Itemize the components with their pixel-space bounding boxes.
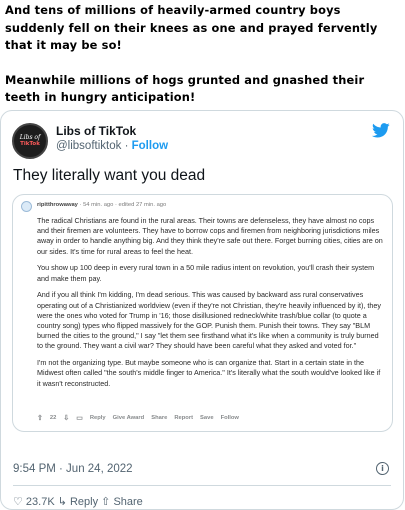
tweet-text: They literally want you dead xyxy=(13,167,206,184)
comment-action: Report xyxy=(174,415,194,421)
reddit-screenshot[interactable]: ripitthrowaway · 54 min. ago · edited 27… xyxy=(12,194,393,432)
tweet-actions-row[interactable]: ♡ 23.7K ↳ Reply ⇧ Share xyxy=(13,495,143,508)
caption-line: teeth in hungry anticipation! xyxy=(5,90,196,105)
tweet-timestamp[interactable]: 9:54 PM · Jun 24, 2022 xyxy=(13,463,133,475)
comment-edited: · edited 27 min. ago xyxy=(115,202,167,208)
avatar-text: TikTok xyxy=(20,141,40,147)
author-handle[interactable]: @libsoftiktok xyxy=(56,140,121,152)
caption-line: suddenly fell on their knees as one and … xyxy=(5,20,378,35)
separator: · xyxy=(124,140,129,152)
comment-time: · 54 min. ago xyxy=(79,202,114,208)
reply-icon: ▭ xyxy=(76,415,83,422)
upvote-icon: ⇧ xyxy=(37,415,43,422)
tweet-card[interactable]: Libs of TikTok Libs of TikTok @libsoftik… xyxy=(0,110,404,510)
caption-line: And tens of millions of heavily-armed co… xyxy=(5,3,341,17)
caption-line: Meanwhile millions of hogs grunted and g… xyxy=(5,72,365,87)
comment-meta: ripitthrowaway · 54 min. ago · edited 27… xyxy=(37,202,166,208)
comment-actions: ⇧ 22 ⇩ ▭ Reply Give Award Share Report S… xyxy=(37,414,239,422)
comment-body: The radical Christians are found in the … xyxy=(37,216,385,395)
meme-caption: And tens of millions of heavily-armed co… xyxy=(5,2,401,107)
twitter-bird-icon[interactable] xyxy=(372,123,390,138)
comment-paragraph: I'm not the organizing type. But maybe s… xyxy=(37,358,381,388)
comment-paragraph: The radical Christians are found in the … xyxy=(37,216,383,256)
comment-action: Reply xyxy=(89,415,106,421)
divider xyxy=(13,485,391,486)
caption-line: that it may be so! xyxy=(5,38,122,53)
comment-paragraph: And if you all think I'm kidding, I'm de… xyxy=(37,290,381,351)
avatar[interactable]: Libs of TikTok xyxy=(12,123,48,159)
comment-paragraph: You show up 100 deep in every rural town… xyxy=(37,263,375,283)
info-icon[interactable]: i xyxy=(376,462,389,475)
comment-action: Share xyxy=(151,415,168,421)
comment-action: Give Award xyxy=(112,415,145,421)
comment-action: Save xyxy=(200,415,214,421)
follow-button[interactable]: Follow xyxy=(132,140,168,152)
comment-action: Follow xyxy=(220,415,239,421)
downvote-icon: ⇩ xyxy=(63,415,70,422)
comment-username: ripitthrowaway xyxy=(37,202,78,208)
author-name[interactable]: Libs of TikTok xyxy=(56,124,136,138)
avatar-text: Libs of xyxy=(19,134,41,141)
vote-count: 22 xyxy=(49,415,57,421)
author-handle-row: @libsoftiktok · Follow xyxy=(56,140,168,152)
reddit-avatar-icon xyxy=(21,201,32,212)
